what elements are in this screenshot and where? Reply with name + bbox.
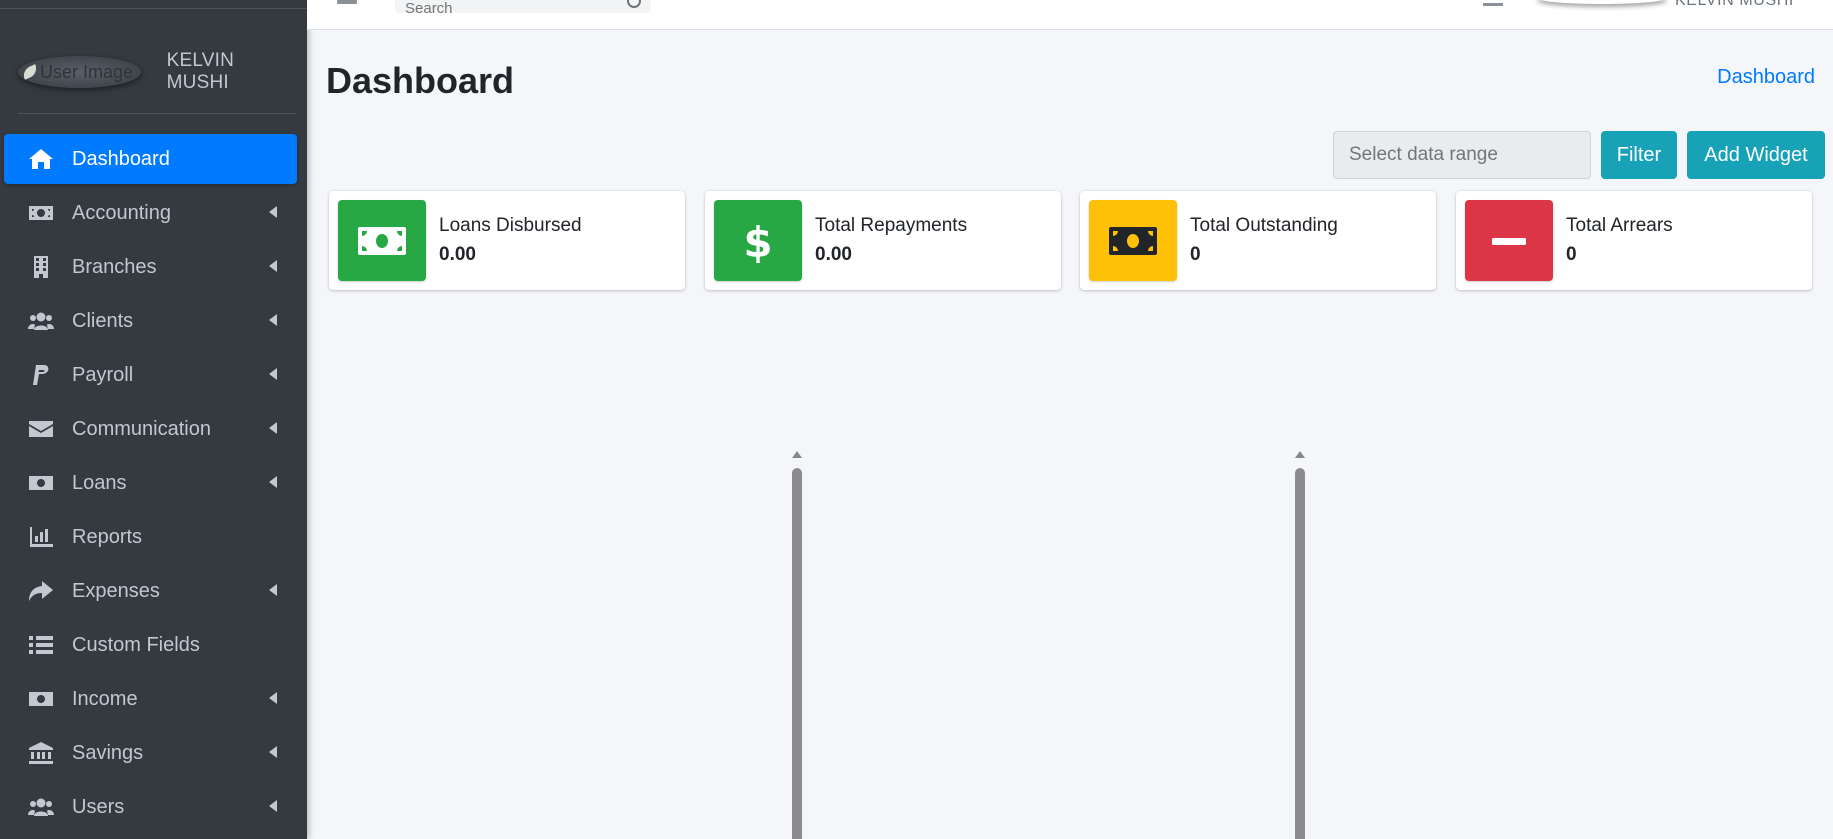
user-image-alt: User Image xyxy=(40,61,134,82)
info-box-label: Total Outstanding xyxy=(1190,215,1338,236)
chevron-left-icon xyxy=(269,260,277,272)
sidebar-item-label: Users xyxy=(72,795,125,818)
search-input[interactable] xyxy=(395,0,595,13)
chevron-left-icon xyxy=(269,422,277,434)
sidebar-item-label: Savings xyxy=(72,741,144,764)
users-icon xyxy=(26,795,56,819)
sidebar-item-custom-fields[interactable]: Custom Fields xyxy=(4,620,297,670)
scrollbar-thumb[interactable] xyxy=(792,468,802,839)
info-box-total-arrears: Total Arrears 0 xyxy=(1456,191,1812,290)
add-widget-button[interactable]: Add Widget xyxy=(1687,131,1825,179)
search-icon[interactable] xyxy=(627,0,641,8)
sidebar-item-label: Custom Fields xyxy=(72,633,200,656)
money-bill-icon xyxy=(1089,200,1177,281)
sidebar-item-label: Communication xyxy=(72,417,211,440)
money-bill-icon xyxy=(26,687,56,711)
scrollbar-thumb[interactable] xyxy=(1295,468,1305,839)
sidebar-item-savings[interactable]: Savings xyxy=(4,728,297,778)
info-box-label: Loans Disbursed xyxy=(439,215,582,236)
sidebar-item-accounting[interactable]: Accounting xyxy=(4,188,297,238)
scroll-up-arrow-icon[interactable] xyxy=(792,451,802,458)
sidebar-item-label: Income xyxy=(72,687,138,710)
info-box-loans-disbursed: Loans Disbursed 0.00 xyxy=(329,191,685,290)
info-box-value: 0 xyxy=(1566,244,1577,265)
money-bill-icon xyxy=(26,201,56,225)
minus-icon xyxy=(1465,200,1553,281)
chevron-left-icon xyxy=(269,584,277,596)
page-title: Dashboard xyxy=(326,60,515,101)
sidebar-item-branches[interactable]: Branches xyxy=(4,242,297,292)
sidebar-item-expenses[interactable]: Expenses xyxy=(4,566,297,616)
sidebar-item-label: Loans xyxy=(72,471,127,494)
sidebar-item-label: Clients xyxy=(72,309,134,332)
broken-image-icon xyxy=(20,64,40,80)
sidebar-divider xyxy=(18,113,296,114)
dollar-icon: $ xyxy=(714,200,802,281)
envelope-icon xyxy=(26,417,56,441)
user-avatar[interactable]: User Image xyxy=(18,56,141,88)
info-box-total-repayments: $ Total Repayments 0.00 xyxy=(705,191,1061,290)
top-user-name[interactable]: KELVIN MUSHI xyxy=(1675,0,1794,10)
users-icon xyxy=(26,309,56,333)
svg-text:$: $ xyxy=(743,219,772,263)
chevron-left-icon xyxy=(269,368,277,380)
date-range-input[interactable] xyxy=(1333,131,1591,179)
info-box-value: 0.00 xyxy=(815,244,852,265)
chevron-left-icon xyxy=(269,746,277,758)
search-box[interactable] xyxy=(395,0,651,13)
money-bill-icon xyxy=(26,471,56,495)
sidebar: User Image KELVIN MUSHI Dashboard Accoun… xyxy=(0,0,307,839)
sidebar-item-loans[interactable]: Loans xyxy=(4,458,297,508)
info-box-label: Total Arrears xyxy=(1566,215,1673,236)
share-icon xyxy=(26,579,56,603)
sidebar-item-payroll[interactable]: Payroll xyxy=(4,350,297,400)
scroll-up-arrow-icon[interactable] xyxy=(1295,451,1305,458)
sidebar-item-users[interactable]: Users xyxy=(4,782,297,832)
sidebar-item-communication[interactable]: Communication xyxy=(4,404,297,454)
info-box-value: 0 xyxy=(1190,244,1201,265)
building-icon xyxy=(26,255,56,279)
home-icon xyxy=(26,147,56,171)
user-panel[interactable]: User Image KELVIN MUSHI xyxy=(18,50,298,94)
sidebar-item-clients[interactable]: Clients xyxy=(4,296,297,346)
hamburger-menu-icon[interactable] xyxy=(337,0,357,4)
money-bill-icon xyxy=(338,200,426,281)
info-box-label: Total Repayments xyxy=(815,215,968,236)
info-box-total-outstanding: Total Outstanding 0 xyxy=(1080,191,1436,290)
widget-scrollbar[interactable] xyxy=(792,451,802,839)
user-name[interactable]: KELVIN MUSHI xyxy=(167,50,298,94)
chevron-left-icon xyxy=(269,800,277,812)
top-avatar[interactable] xyxy=(1537,0,1667,4)
bell-icon[interactable] xyxy=(1483,0,1503,6)
sidebar-nav: Dashboard Accounting Branches Clients Pa… xyxy=(4,134,297,836)
chevron-left-icon xyxy=(269,476,277,488)
breadcrumb[interactable]: Dashboard xyxy=(1717,66,1815,89)
sidebar-item-reports[interactable]: Reports xyxy=(4,512,297,562)
sidebar-item-label: Payroll xyxy=(72,363,134,386)
sidebar-item-label: Reports xyxy=(72,525,143,548)
chevron-left-icon xyxy=(269,206,277,218)
bank-icon xyxy=(26,741,56,765)
chevron-left-icon xyxy=(269,692,277,704)
sidebar-item-label: Branches xyxy=(72,255,157,278)
widget-scrollbar[interactable] xyxy=(1295,451,1305,839)
filter-button[interactable]: Filter xyxy=(1601,131,1677,179)
sidebar-item-label: Dashboard xyxy=(72,147,170,170)
paypal-icon xyxy=(26,363,56,387)
sidebar-item-label: Accounting xyxy=(72,201,171,224)
sidebar-item-dashboard[interactable]: Dashboard xyxy=(4,134,297,184)
sidebar-item-label: Expenses xyxy=(72,579,160,602)
chart-bar-icon xyxy=(26,525,56,549)
top-navbar: KELVIN MUSHI xyxy=(307,0,1833,30)
chevron-left-icon xyxy=(269,314,277,326)
list-icon xyxy=(26,633,56,657)
info-box-value: 0.00 xyxy=(439,244,476,265)
sidebar-divider xyxy=(0,8,307,9)
sidebar-item-income[interactable]: Income xyxy=(4,674,297,724)
